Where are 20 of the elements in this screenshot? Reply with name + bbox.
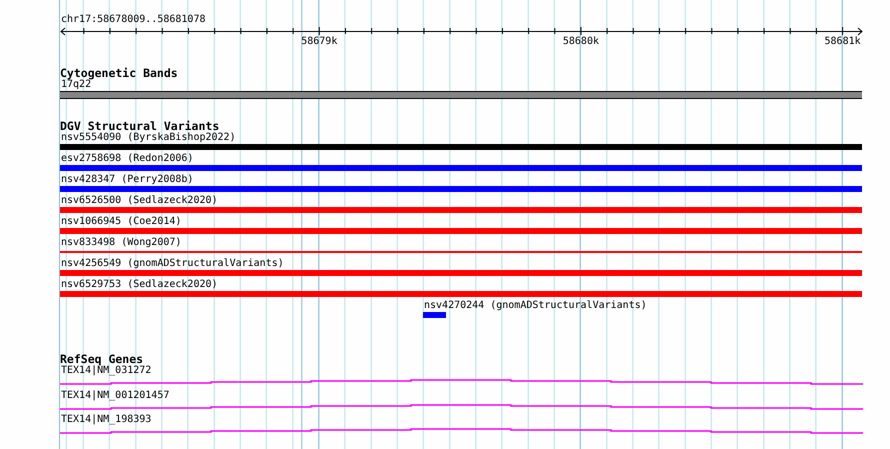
track-title: DGV Structural Variants <box>60 120 220 132</box>
feature-label: nsv833498 (Wong2007) <box>60 237 182 249</box>
feature-label: esv2758698 (Redon2006) <box>60 153 194 165</box>
feature-label: nsv428347 (Perry2008b) <box>60 174 194 186</box>
feature-label: TEX14|NM_198393 <box>60 414 152 426</box>
track-title: RefSeq Genes <box>60 353 144 365</box>
region-label: chr17:58678009..58681078 <box>60 14 206 26</box>
tick-label: 58680k <box>562 36 599 48</box>
feature-label: 17q22 <box>61 79 92 91</box>
tick-label: 58681k <box>824 36 861 48</box>
feature-label: nsv6529753 (Sedlazeck2020) <box>60 279 218 291</box>
feature-label: TEX14|NM_031272 <box>61 365 152 377</box>
feature-label: nsv5554090 (ByrskaBishop2022) <box>60 132 236 144</box>
feature-label: TEX14|NM_001201457 <box>60 390 170 402</box>
feature-label: nsv1066945 (Coe2014) <box>60 216 182 228</box>
track-title: Cytogenetic Bands <box>60 67 178 79</box>
feature-label: nsv4256549 (gnomADStructuralVariants) <box>60 258 284 270</box>
feature-label: nsv4270244 (gnomADStructuralVariants) <box>423 300 647 312</box>
tick-label: 58679k <box>301 36 338 48</box>
feature-label: nsv6526500 (Sedlazeck2020) <box>60 195 218 207</box>
